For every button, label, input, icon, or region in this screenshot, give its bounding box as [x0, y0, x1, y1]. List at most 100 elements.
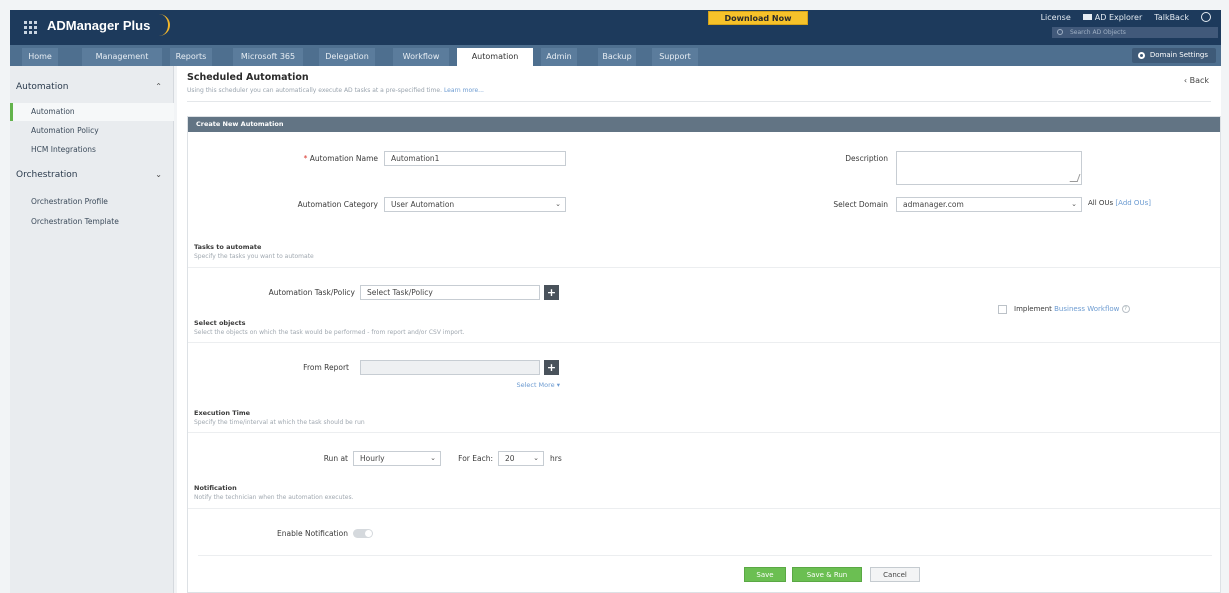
hrs-label: hrs	[550, 454, 562, 463]
tab-home[interactable]: Home	[22, 48, 58, 66]
top-links: License AD Explorer TalkBack	[1041, 12, 1211, 22]
chevron-down-icon: ⌄	[555, 200, 561, 208]
page-subtitle-text: Using this scheduler you can automatical…	[187, 87, 443, 94]
tab-support[interactable]: Support	[652, 48, 698, 66]
for-each-value: 20	[505, 454, 515, 463]
implement-label: Implement	[1014, 305, 1052, 313]
tab-microsoft-365[interactable]: Microsoft 365	[233, 48, 303, 66]
automation-name-label-text: Automation Name	[309, 154, 378, 163]
search-placeholder: Search AD Objects	[1070, 29, 1126, 36]
tab-reports[interactable]: Reports	[170, 48, 212, 66]
download-now-button[interactable]: Download Now	[708, 11, 808, 25]
resize-grip-icon[interactable]	[1069, 174, 1081, 182]
for-each-select[interactable]: 20 ⌄	[498, 451, 544, 466]
talkback-link[interactable]: TalkBack	[1154, 13, 1189, 22]
user-menu-icon[interactable]	[1201, 12, 1211, 22]
execution-section-title: Execution Time	[194, 409, 251, 417]
add-ous-link[interactable]: [Add OUs]	[1115, 199, 1151, 207]
gear-icon	[1137, 52, 1145, 59]
sidebar-section-orchestration[interactable]: Orchestration ⌄	[10, 158, 174, 192]
help-icon[interactable]: ?	[1121, 305, 1130, 313]
license-link[interactable]: License	[1041, 13, 1071, 22]
create-automation-form: Create New Automation * Automation Name …	[187, 116, 1221, 593]
objects-section-title: Select objects	[194, 319, 246, 327]
automation-task-select[interactable]: Select Task/Policy	[360, 285, 540, 300]
ad-explorer-icon	[1082, 13, 1092, 20]
select-more-link[interactable]: Select More ▾	[488, 381, 560, 389]
section-divider	[198, 555, 1212, 556]
save-button[interactable]: Save	[744, 567, 786, 582]
page-subtitle: Using this scheduler you can automatical…	[187, 87, 484, 94]
execution-section-subtitle: Specify the time/interval at which the t…	[194, 419, 365, 426]
brand-logo: ADManager Plus	[47, 18, 151, 33]
section-divider	[188, 267, 1220, 268]
sidebar-item-automation-policy[interactable]: Automation Policy	[10, 122, 174, 140]
cancel-button[interactable]: Cancel	[870, 567, 920, 582]
page-title: Scheduled Automation	[187, 72, 309, 83]
divider	[187, 101, 1211, 102]
tab-workflow[interactable]: Workflow	[393, 48, 449, 66]
panel-title: Create New Automation	[188, 117, 1220, 132]
tab-backup[interactable]: Backup	[598, 48, 636, 66]
add-task-button[interactable]: +	[544, 285, 559, 300]
notification-section-title: Notification	[194, 484, 237, 492]
ad-explorer-label: AD Explorer	[1094, 12, 1143, 22]
select-domain-select[interactable]: admanager.com ⌄	[896, 197, 1082, 212]
learn-more-link[interactable]: Learn more...	[444, 87, 484, 94]
description-label: Description	[845, 154, 888, 163]
automation-name-input[interactable]: Automation1	[384, 151, 566, 166]
chevron-down-icon: ⌄	[430, 454, 436, 462]
sidebar-section-automation[interactable]: Automation ⌃	[10, 70, 174, 104]
app-grid-icon[interactable]	[24, 21, 37, 34]
sidebar-item-automation[interactable]: Automation	[10, 103, 174, 121]
sidebar-section-title: Automation	[16, 82, 69, 92]
from-report-label: From Report	[303, 363, 349, 372]
sidebar-section-title: Orchestration	[16, 170, 78, 180]
automation-name-label: * Automation Name	[303, 154, 378, 163]
for-each-label: For Each:	[458, 454, 493, 463]
objects-section-subtitle: Select the objects on which the task wou…	[194, 329, 465, 336]
add-report-button[interactable]: +	[544, 360, 559, 375]
implement-workflow-checkbox[interactable]	[998, 305, 1007, 314]
all-ous: All OUs [Add OUs]	[1088, 199, 1151, 207]
tasks-section-title: Tasks to automate	[194, 243, 262, 251]
main-content: Scheduled Automation Using this schedule…	[177, 66, 1221, 593]
main-tab-bar: Home Management Reports Microsoft 365 De…	[10, 45, 1221, 66]
chevron-down-icon: ⌄	[1071, 200, 1077, 208]
back-label: Back	[1189, 76, 1209, 85]
from-report-input[interactable]	[360, 360, 540, 375]
domain-settings-label: Domain Settings	[1149, 51, 1208, 59]
sidebar-item-orchestration-profile[interactable]: Orchestration Profile	[10, 193, 174, 211]
business-workflow-link[interactable]: Business Workflow	[1054, 305, 1119, 313]
back-button[interactable]: ‹ Back	[1184, 76, 1209, 85]
domain-settings-button[interactable]: Domain Settings	[1131, 48, 1216, 63]
all-ous-label: All OUs	[1088, 199, 1114, 207]
enable-notification-toggle[interactable]	[353, 529, 373, 538]
search-icon	[1057, 29, 1063, 35]
notification-section-subtitle: Notify the technician when the automatio…	[194, 494, 354, 501]
tab-delegation[interactable]: Delegation	[319, 48, 375, 66]
sidebar-item-orchestration-template[interactable]: Orchestration Template	[10, 213, 174, 231]
implement-workflow: Implement Business Workflow ?	[1014, 305, 1130, 313]
ad-explorer-link[interactable]: AD Explorer	[1082, 12, 1143, 22]
sidebar-item-hcm-integrations[interactable]: HCM Integrations	[10, 141, 174, 159]
chevron-up-icon: ⌃	[155, 82, 162, 91]
tab-admin[interactable]: Admin	[541, 48, 577, 66]
section-divider	[188, 508, 1220, 509]
chevron-down-icon: ⌄	[533, 454, 539, 462]
automation-category-value: User Automation	[391, 200, 455, 209]
search-ad-objects-input[interactable]: Search AD Objects	[1052, 27, 1218, 38]
tab-management[interactable]: Management	[82, 48, 162, 66]
save-and-run-button[interactable]: Save & Run	[792, 567, 862, 582]
description-textarea[interactable]	[896, 151, 1082, 185]
run-at-select[interactable]: Hourly ⌄	[353, 451, 441, 466]
top-header: ADManager Plus Download Now License AD E…	[10, 10, 1221, 45]
tab-automation[interactable]: Automation	[457, 48, 533, 66]
automation-category-label: Automation Category	[297, 200, 378, 209]
enable-notification-label: Enable Notification	[277, 529, 348, 538]
run-at-value: Hourly	[360, 454, 385, 463]
run-at-label: Run at	[323, 454, 348, 463]
automation-category-select[interactable]: User Automation ⌄	[384, 197, 566, 212]
section-divider	[188, 342, 1220, 343]
automation-task-label: Automation Task/Policy	[268, 288, 355, 297]
